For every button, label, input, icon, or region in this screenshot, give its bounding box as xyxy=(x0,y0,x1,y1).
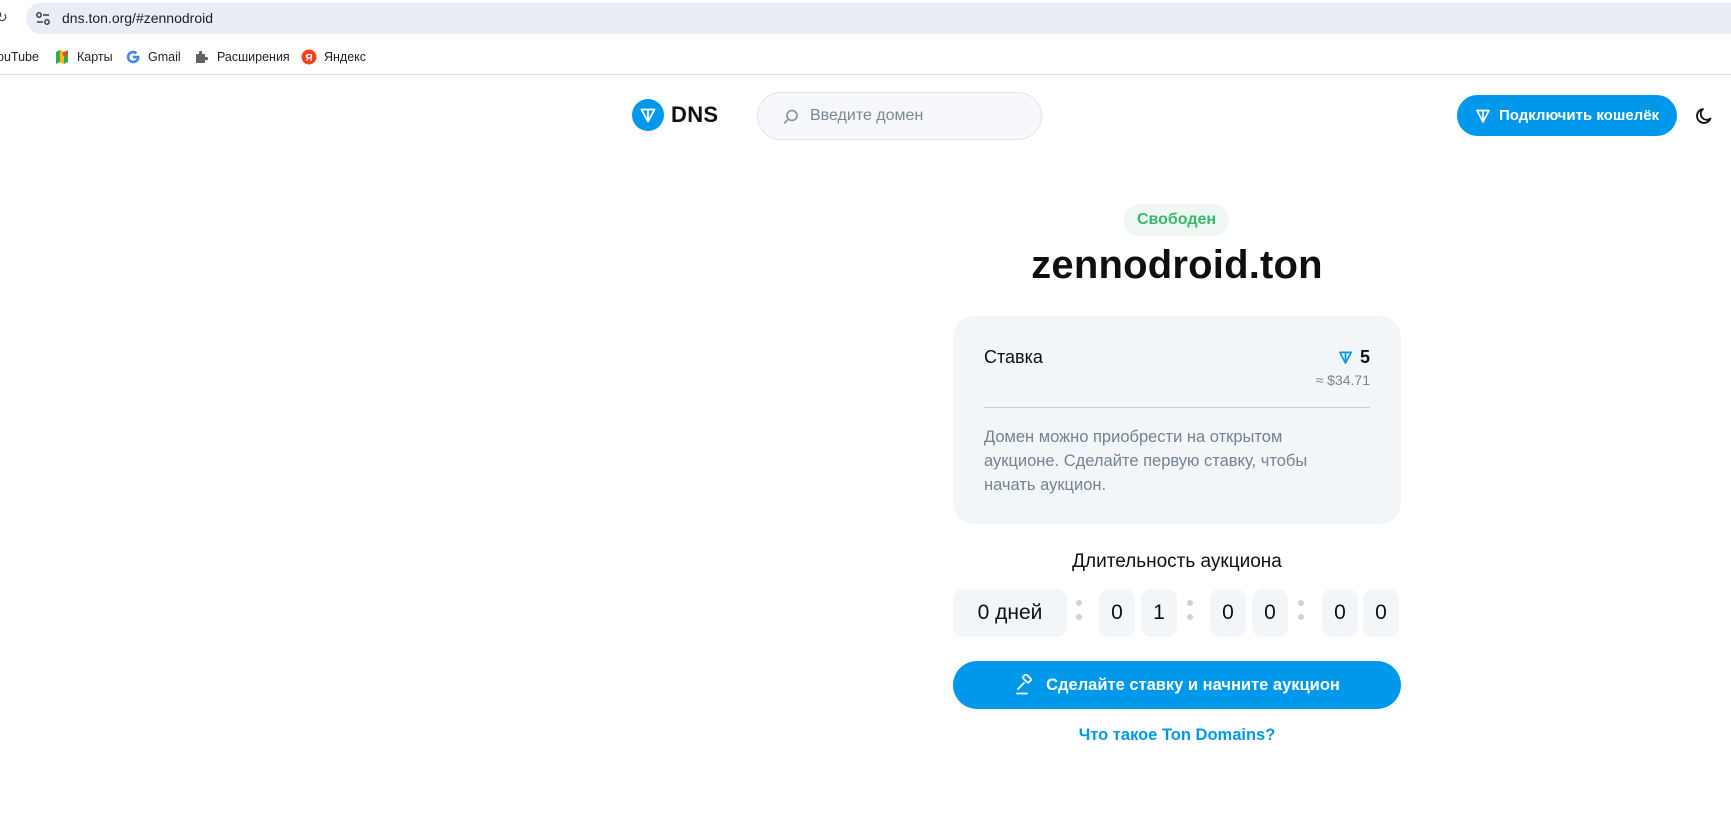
svg-text:Я: Я xyxy=(305,53,312,64)
google-icon xyxy=(126,50,140,64)
bookmark-label: Карты xyxy=(77,50,113,64)
bookmark-yandex[interactable]: Я Яндекс xyxy=(301,47,366,67)
timer-days: 0 дней xyxy=(953,589,1067,637)
bid-amount: 5 xyxy=(1338,347,1370,368)
timer-seconds-digit: 0 xyxy=(1322,589,1358,637)
timer-hours-digit: 1 xyxy=(1141,589,1177,637)
search-input[interactable] xyxy=(810,101,1030,131)
gavel-icon xyxy=(1016,674,1033,695)
puzzle-icon xyxy=(196,50,209,63)
timer-separator xyxy=(1187,600,1193,624)
ton-icon xyxy=(1339,351,1352,364)
timer-separator xyxy=(1076,600,1082,624)
bookmark-maps[interactable]: Карты xyxy=(54,47,113,67)
maps-icon xyxy=(56,50,68,64)
moon-icon[interactable] xyxy=(1695,106,1715,126)
bookmarks-bar: ouTube Карты Gmail Расширения Я Яндекс xyxy=(0,39,1731,75)
url-text[interactable]: dns.ton.org/#zennodroid xyxy=(62,10,213,26)
timer-hours-digit: 0 xyxy=(1099,589,1135,637)
bookmark-label: Яндекс xyxy=(324,50,367,64)
connect-wallet-button[interactable]: Подключить кошелёк xyxy=(1457,95,1677,136)
yandex-icon: Я xyxy=(301,49,317,65)
auction-duration-label: Длительность аукциона xyxy=(1072,551,1282,572)
what-is-ton-domains-link[interactable]: Что такое Ton Domains? xyxy=(953,726,1401,745)
place-bid-button[interactable]: Сделайте ставку и начните аукцион xyxy=(953,661,1401,709)
search-icon xyxy=(783,109,798,124)
site-logo[interactable]: DNS xyxy=(632,99,718,131)
divider xyxy=(984,407,1370,408)
bid-label: Ставка xyxy=(984,347,1043,367)
site-info-icon[interactable] xyxy=(34,10,52,28)
timer-minutes-digit: 0 xyxy=(1252,589,1288,637)
bid-usd-value: ≈ $34.71 xyxy=(1315,372,1370,388)
bookmark-youtube[interactable]: ouTube xyxy=(0,47,39,67)
ton-logo-icon xyxy=(632,99,664,131)
reload-icon[interactable]: ↻ xyxy=(0,9,10,27)
timer-seconds-digit: 0 xyxy=(1363,589,1399,637)
omnibox[interactable]: dns.ton.org/#zennodroid xyxy=(26,3,1731,34)
logo-text: DNS xyxy=(671,102,719,127)
timer-minutes-digit: 0 xyxy=(1210,589,1246,637)
bookmark-label: Расширения xyxy=(217,50,290,64)
timer-separator xyxy=(1298,600,1304,624)
status-badge: Свободен xyxy=(1124,204,1229,236)
domain-name: zennodroid.ton xyxy=(1031,243,1323,287)
bookmark-extensions[interactable]: Расширения xyxy=(194,47,290,67)
bookmark-label: ouTube xyxy=(0,50,39,64)
ton-icon xyxy=(1476,109,1490,123)
place-bid-label: Сделайте ставку и начните аукцион xyxy=(1046,675,1340,694)
bookmark-label: Gmail xyxy=(148,50,181,64)
connect-wallet-label: Подключить кошелёк xyxy=(1498,107,1660,124)
bid-card: Ставка 5 ≈ $34.71 Домен можно приобрести… xyxy=(953,316,1401,524)
bid-amount-value: 5 xyxy=(1359,347,1370,367)
browser-address-bar: ↻ dns.ton.org/#zennodroid xyxy=(0,0,1731,36)
bid-description: Домен можно приобрести на открытом аукци… xyxy=(984,428,1308,494)
bookmark-gmail[interactable]: Gmail xyxy=(125,47,181,67)
domain-search[interactable] xyxy=(757,92,1042,140)
